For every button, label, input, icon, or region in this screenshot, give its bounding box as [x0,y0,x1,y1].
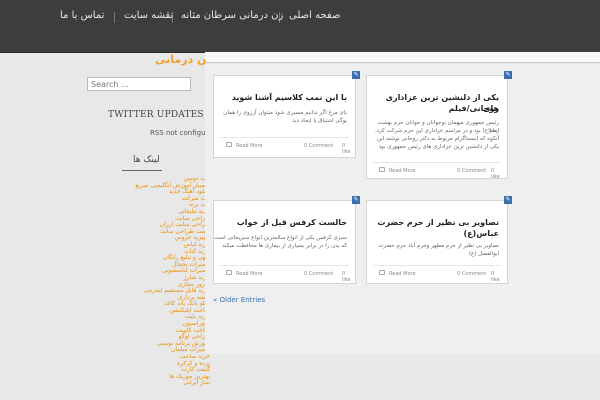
read-more-link[interactable]: Read More [389,168,416,174]
read-more-link[interactable]: Read More [236,271,263,277]
top-navigation-bar: صفحه اصلی زن درمانی سرطان مثانه نقشه سای… [0,0,600,53]
post-card[interactable]: ✎ با این نمب کلاسیم آشنا شوید بای مرغ اگ… [213,71,360,158]
post-title-continued[interactable]: عباس(ع) [463,228,499,239]
comment-count[interactable]: 0 Comment [304,271,333,277]
nav-sitemap[interactable]: نقشه سایت [120,10,177,21]
nav-home[interactable]: صفحه اصلی [285,10,344,21]
post-title-continued[interactable]: روحانی/فیلم [449,103,499,114]
twitter-updates-heading: TWITTER UPDATES [108,110,204,120]
content-top-strip [205,52,600,63]
post-excerpt-line: یکی از دلنشین ترین عزاداری های رئیس جمهو… [378,144,499,150]
read-more-link[interactable]: Read More [236,143,263,149]
post-title[interactable]: تصاویر بی نظیر از حرم حضرت [377,217,499,228]
search-input[interactable] [87,77,191,91]
post-card[interactable]: ✎ حالست کرفس قبل از خواب سبزی کرفس یکی ا… [213,196,360,284]
post-footer: Read More 0 Comment 0 like [220,265,351,283]
post-excerpt-line: یوگی اشتیاق یا ایجاد دید [292,118,347,124]
links-list: ثبت دومین سمینار آموزش انگلیسی سریع دانل… [124,175,210,387]
sidebar-link[interactable]: ساز ایرانی [124,380,210,387]
post-footer: Read More 0 Comment 0 like [373,265,501,283]
comment-count[interactable]: 0 Comment [304,143,333,149]
post-footer: Read More 0 Comment 0 like [373,162,501,180]
read-more-icon [226,142,232,147]
like-count[interactable]: 0 like [491,271,501,283]
post-title[interactable]: حالست کرفس قبل از خواب [237,217,347,228]
nav-contact[interactable]: تماس با ما [56,10,108,21]
read-more-icon [379,167,385,172]
post-card[interactable]: ✎ تصاویر بی نظیر از حرم حضرت عباس(ع) تصا… [366,196,512,284]
post-card[interactable]: ✎ یکی از دلنشین ترین عزاداری های روحانی/… [366,71,512,180]
post-excerpt-line: ابوالفضل (ع) [468,251,499,257]
like-count[interactable]: 0 like [342,271,351,283]
post-footer: Read More 0 Comment 0 like [220,137,351,155]
post-excerpt-line: تصاویر بی نظیر از حرم مطهر وحرم آباد حرم… [378,243,499,249]
read-more-link[interactable]: Read More [389,271,416,277]
site-title[interactable]: ن درمانی [155,53,206,66]
links-heading: لینک ها [133,155,160,165]
post-format-icon: ✎ [352,196,360,204]
nav-divider [114,12,115,23]
post-excerpt-line: رضا(ع) بود و در مراسم عزاداری این حرم شر… [374,128,499,134]
comment-count[interactable]: 0 Comment [457,271,486,277]
post-excerpt-line: سبزی کرفس یکی از انواع سالمترین انواع سب… [214,235,347,241]
like-count[interactable]: 0 like [342,143,351,155]
read-more-icon [226,270,232,275]
post-excerpt-line: آنکوه که اینستاگرام مربوط به دکتر روحانی… [377,136,499,142]
comment-count[interactable]: 0 Comment [457,168,486,174]
post-title[interactable]: با این نمب کلاسیم آشنا شوید [232,92,347,103]
post-format-icon: ✎ [504,71,512,79]
nav-bladder-cancer[interactable]: زن درمانی سرطان مثانه [177,10,287,21]
post-format-icon: ✎ [504,196,512,204]
post-excerpt-line: که بدن را در برابر بسیاری از بیماری ها م… [222,243,347,249]
older-entries-link[interactable]: « Older Entries [213,296,265,304]
post-excerpt-line: بای مرغ اگر ندانیم مسیری شود میتوان آرزو… [223,110,347,116]
read-more-icon [379,270,385,275]
like-count[interactable]: 0 like [491,168,501,180]
links-divider [122,170,162,171]
post-format-icon: ✎ [352,71,360,79]
